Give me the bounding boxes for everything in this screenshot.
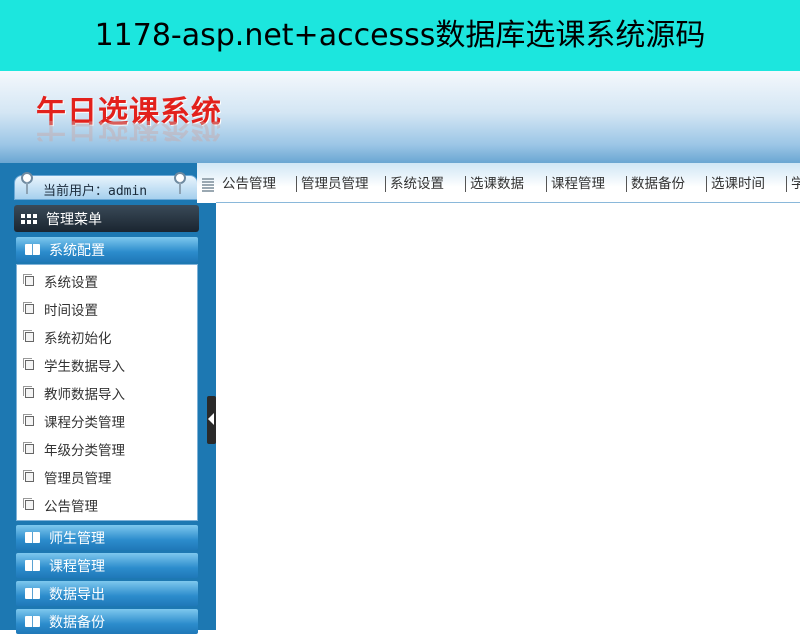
menu-section-system-config[interactable]: 系统配置 <box>16 237 198 262</box>
menu-item-course-category[interactable]: 课程分类管理 <box>23 410 193 432</box>
document-icon <box>23 498 34 510</box>
document-icon <box>23 442 34 454</box>
menu-section-label: 数据备份 <box>49 615 105 631</box>
nav-notice-manage[interactable]: 公告管理 <box>218 176 276 192</box>
sidebar: 当前用户：admin 管理菜单 系统配置 系统设置 时间设置 系统初始化 学生数… <box>0 163 207 634</box>
menu-section-course[interactable]: 课程管理 <box>16 553 198 578</box>
pin-icon <box>174 172 186 194</box>
caption-banner: 1178-asp.net+accesss数据库选课系统源码 <box>0 0 800 71</box>
menu-section-label: 系统配置 <box>49 243 105 259</box>
top-navigation: 公告管理 管理员管理 系统设置 选课数据 课程管理 数据备份 选课时间 学 <box>197 163 800 203</box>
menu-section-body: 系统设置 时间设置 系统初始化 学生数据导入 教师数据导入 课程分类管理 年级分… <box>16 264 198 521</box>
pin-icon <box>21 172 33 194</box>
document-icon <box>23 414 34 426</box>
book-icon <box>25 616 40 627</box>
sidebar-collapse-handle[interactable] <box>207 396 216 444</box>
document-icon <box>23 330 34 342</box>
menu-section-data-backup[interactable]: 数据备份 <box>16 609 198 634</box>
nav-data-backup[interactable]: 数据备份 <box>626 176 685 192</box>
menu-item-notice-manage[interactable]: 公告管理 <box>23 494 193 516</box>
menu-item-label: 年级分类管理 <box>44 443 125 459</box>
nav-system-settings[interactable]: 系统设置 <box>385 176 444 192</box>
nav-course-manage[interactable]: 课程管理 <box>546 176 605 192</box>
menu-section-label: 数据导出 <box>49 587 105 603</box>
menu-title-label: 管理菜单 <box>46 212 102 228</box>
caption-title: 1178-asp.net+accesss数据库选课系统源码 <box>94 18 706 53</box>
nav-course-data[interactable]: 选课数据 <box>465 176 524 192</box>
current-user-label: 当前用户：admin <box>43 184 148 199</box>
document-icon <box>23 358 34 370</box>
menu-item-system-init[interactable]: 系统初始化 <box>23 326 193 348</box>
main-content-area <box>216 203 800 630</box>
book-icon <box>25 588 40 599</box>
menu-section-label: 课程管理 <box>49 559 105 575</box>
menu-item-teacher-import[interactable]: 教师数据导入 <box>23 382 193 404</box>
book-icon <box>25 532 40 543</box>
menu-item-label: 学生数据导入 <box>44 359 125 375</box>
menu-item-system-settings[interactable]: 系统设置 <box>23 270 193 292</box>
nav-admin-manage[interactable]: 管理员管理 <box>296 176 369 192</box>
menu-item-student-import[interactable]: 学生数据导入 <box>23 354 193 376</box>
grid-icon <box>21 214 39 226</box>
menu-section-label: 师生管理 <box>49 531 105 547</box>
app-logo-reflection: 午日选课系统 <box>36 116 222 151</box>
menu-section-data-export[interactable]: 数据导出 <box>16 581 198 606</box>
menu-item-label: 系统初始化 <box>44 331 112 347</box>
menu-title: 管理菜单 <box>14 205 199 232</box>
document-icon <box>23 302 34 314</box>
document-icon <box>23 274 34 286</box>
nav-course-time[interactable]: 选课时间 <box>706 176 765 192</box>
lines-icon <box>202 178 214 192</box>
document-icon <box>23 386 34 398</box>
menu-item-admin-manage[interactable]: 管理员管理 <box>23 466 193 488</box>
book-icon <box>25 560 40 571</box>
chevron-left-icon <box>208 413 214 425</box>
menu-item-label: 公告管理 <box>44 499 98 515</box>
nav-student-truncated[interactable]: 学 <box>786 176 800 192</box>
menu-item-grade-category[interactable]: 年级分类管理 <box>23 438 193 460</box>
book-icon <box>25 244 40 255</box>
menu-item-time-settings[interactable]: 时间设置 <box>23 298 193 320</box>
app-header: 午日选课系统 午日选课系统 <box>0 71 800 163</box>
menu-item-label: 时间设置 <box>44 303 98 319</box>
menu-item-label: 管理员管理 <box>44 471 112 487</box>
current-user-bar: 当前用户：admin <box>14 175 198 200</box>
menu-item-label: 教师数据导入 <box>44 387 125 403</box>
menu-item-label: 系统设置 <box>44 275 98 291</box>
menu-section-teacher-student[interactable]: 师生管理 <box>16 525 198 550</box>
menu-item-label: 课程分类管理 <box>44 415 125 431</box>
document-icon <box>23 470 34 482</box>
